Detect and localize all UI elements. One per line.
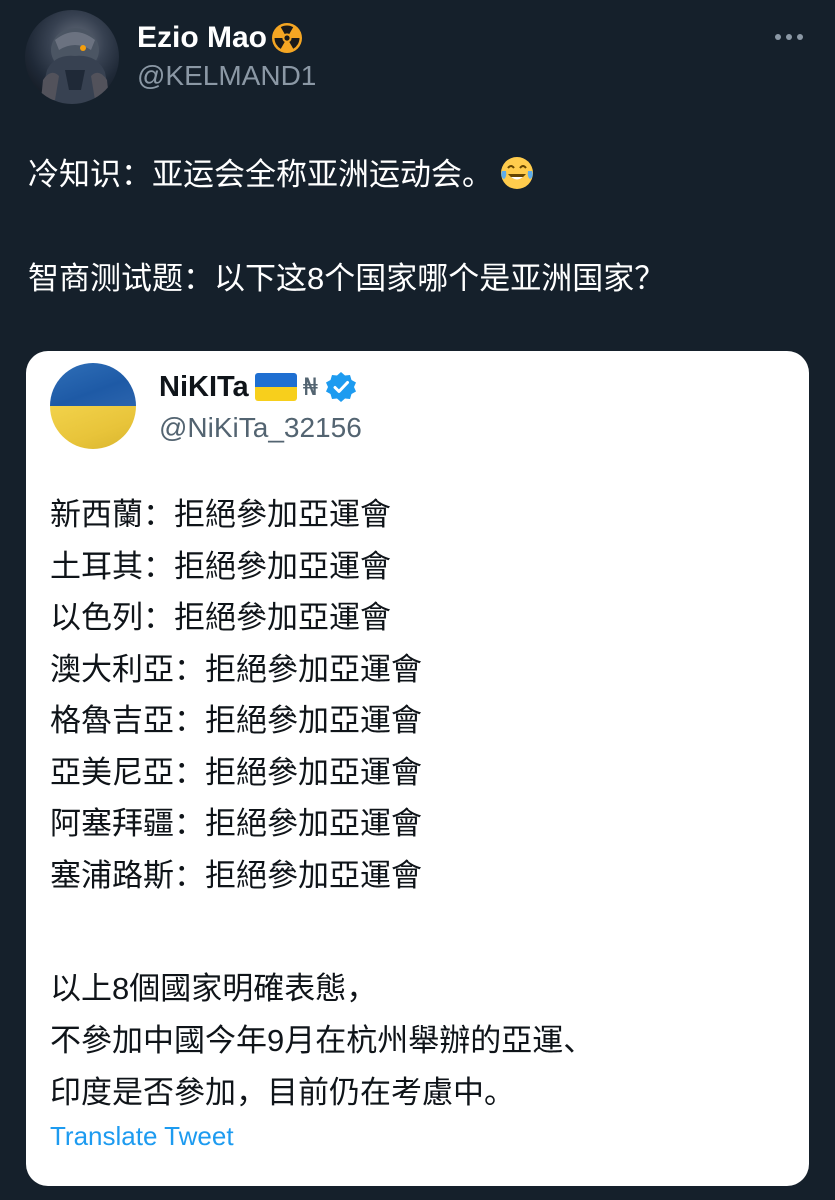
- naira-symbol: ₦: [302, 373, 318, 401]
- author-name-row: Ezio Mao: [137, 20, 303, 56]
- list-item: 格魯吉亞：拒絕參加亞運會: [50, 695, 790, 747]
- country-name: 土耳其：: [50, 548, 174, 584]
- quoted-tweet-card[interactable]: NiKITa ₦ @NiKiTa_32156 新西蘭：拒絕參加亞運會 土耳其：拒…: [26, 351, 809, 1186]
- author-handle[interactable]: @KELMAND1: [137, 58, 316, 94]
- list-item: 新西蘭：拒絕參加亞運會: [50, 489, 790, 541]
- translate-tweet-link[interactable]: Translate Tweet: [50, 1119, 234, 1153]
- quoted-author-name-row: NiKITa ₦: [159, 369, 358, 405]
- country-status: 拒絕參加亞運會: [205, 651, 422, 687]
- country-name: 新西蘭：: [50, 497, 174, 532]
- tweet-text: 冷知识：亚运会全称亚洲运动会。 智商测试题：以下这8个国家哪个是亚洲国家？: [28, 150, 808, 304]
- ukraine-flag-icon: [254, 373, 297, 401]
- author-display-name[interactable]: Ezio Mao: [137, 20, 267, 56]
- tweet-line-1: 冷知识：亚运会全称亚洲运动会。: [28, 150, 808, 200]
- country-name: 塞浦路斯：: [50, 857, 205, 893]
- quoted-paragraph-line-2: 不參加中國今年9月在杭州舉辦的亞運、: [50, 1023, 595, 1058]
- quoted-author-avatar[interactable]: [50, 363, 136, 449]
- verified-badge-icon: [325, 372, 356, 402]
- country-status: 拒絕參加亞運會: [205, 754, 422, 790]
- radioactive-icon: [272, 23, 303, 53]
- country-status: 拒絕參加亞運會: [174, 497, 391, 532]
- quoted-author-handle[interactable]: @NiKiTa_32156: [159, 410, 362, 446]
- tweet-line-2: 智商测试题：以下这8个国家哪个是亚洲国家？: [28, 261, 666, 296]
- country-status: 拒絕參加亞運會: [174, 600, 391, 635]
- quoted-paragraph-line-1: 以上8個國家明確表態，: [50, 971, 378, 1006]
- list-item: 亞美尼亞：拒絕參加亞運會: [50, 747, 790, 799]
- list-item: 塞浦路斯：拒絕參加亞運會: [50, 850, 790, 902]
- country-status: 拒絕參加亞運會: [174, 548, 391, 584]
- list-item: 阿塞拜疆：拒絕參加亞運會: [50, 798, 790, 850]
- list-item: 土耳其：拒絕參加亞運會: [50, 541, 790, 593]
- country-name: 以色列：: [50, 600, 174, 635]
- quoted-author-display-name[interactable]: NiKITa: [159, 369, 249, 405]
- country-name: 格魯吉亞：: [50, 703, 205, 738]
- country-name: 阿塞拜疆：: [50, 806, 205, 841]
- quoted-paragraph-line-3: 印度是否參加，目前仍在考慮中。: [50, 1075, 515, 1110]
- list-item: 以色列：拒絕參加亞運會: [50, 592, 790, 644]
- country-status: 拒絕參加亞運會: [205, 703, 422, 738]
- tweet-line-1-text: 冷知识：亚运会全称亚洲运动会。: [28, 157, 493, 192]
- country-name: 亞美尼亞：: [50, 754, 205, 790]
- more-options-icon[interactable]: [771, 22, 807, 52]
- list-item: 澳大利亞：拒絕參加亞運會: [50, 644, 790, 696]
- robot-avatar-image: [39, 28, 111, 104]
- country-status: 拒絕參加亞運會: [205, 857, 422, 893]
- tweet: Ezio Mao @KELMAND1 冷知识：亚运会全称亚洲运动会。 智商测试题…: [0, 0, 835, 1200]
- country-name: 澳大利亞：: [50, 651, 205, 687]
- country-status: 拒絕參加亞運會: [205, 806, 422, 841]
- tears-of-joy-icon: [501, 157, 533, 189]
- quoted-tweet-body: 新西蘭：拒絕參加亞運會 土耳其：拒絕參加亞運會 以色列：拒絕參加亞運會 澳大利亞…: [50, 489, 790, 1119]
- author-avatar[interactable]: [25, 10, 119, 104]
